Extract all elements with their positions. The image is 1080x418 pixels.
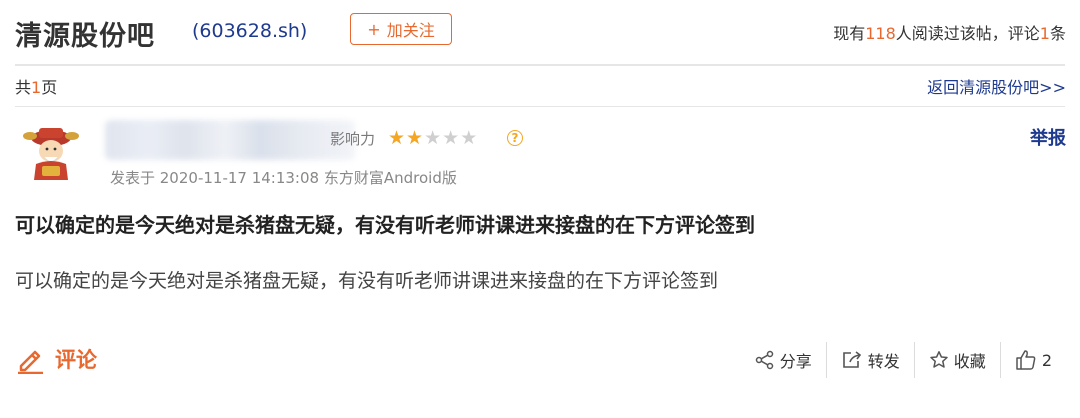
post-body: 可以确定的是今天绝对是杀猪盘无疑，有没有听老师讲课进来接盘的在下方评论签到 (15, 270, 719, 292)
read-stats: 现有118人阅读过该帖，评论1条 (833, 20, 1066, 44)
favorite-label: 收藏 (953, 352, 986, 371)
share-button[interactable]: 分享 (741, 342, 826, 378)
follow-button-label: 加关注 (386, 21, 435, 40)
stats-suffix: 条 (1049, 24, 1066, 43)
header-divider (15, 64, 1065, 66)
share-label: 分享 (779, 352, 812, 371)
like-count: 2 (1041, 350, 1052, 370)
follow-button[interactable]: + 加关注 (350, 13, 452, 45)
comment-label: 评论 (55, 348, 97, 372)
post-meta: 发表于 2020-11-17 14:13:08 东方财富Android版 (110, 169, 457, 187)
influence-rating: ★★★★★ (388, 127, 478, 149)
report-link[interactable]: 举报 (1030, 124, 1066, 150)
post-actions: 分享 转发 收藏 2 (741, 342, 1066, 378)
stats-middle: 人阅读过该帖，评论 (895, 24, 1040, 43)
page-count-prefix: 共 (15, 78, 32, 97)
like-button[interactable]: 2 (1001, 342, 1066, 378)
help-icon[interactable]: ? (507, 130, 523, 146)
star-empty-icon: ★ (424, 127, 443, 149)
thumbs-up-icon (1016, 350, 1036, 370)
forum-title: 清源股份吧 (15, 21, 155, 52)
comment-button[interactable]: 评论 (15, 344, 97, 374)
star-empty-icon: ★ (460, 127, 479, 149)
plus-icon: + (367, 19, 381, 39)
forward-icon (842, 351, 861, 368)
favorite-button[interactable]: 收藏 (915, 342, 1000, 378)
post-title: 可以确定的是今天绝对是杀猪盘无疑，有没有听老师讲课进来接盘的在下方评论签到 (15, 213, 755, 237)
reader-count: 118 (865, 24, 896, 43)
stats-prefix: 现有 (833, 24, 866, 43)
influence-label: 影响力 (330, 130, 376, 148)
page-count-suffix: 页 (41, 78, 58, 97)
pencil-icon (18, 350, 43, 374)
pager-divider (15, 106, 1065, 107)
forward-button[interactable]: 转发 (827, 342, 914, 378)
star-filled-icon: ★ (406, 127, 425, 149)
author-name-blurred (105, 120, 355, 160)
comment-count: 1 (1039, 24, 1050, 43)
star-empty-icon: ★ (442, 127, 461, 149)
star-outline-icon (930, 351, 948, 368)
page-count: 共1页 (15, 74, 57, 98)
share-icon (755, 350, 774, 370)
star-filled-icon: ★ (388, 127, 407, 149)
back-to-forum-link[interactable]: 返回清源股份吧>> (927, 74, 1066, 98)
avatar[interactable] (22, 124, 80, 184)
total-pages: 1 (31, 78, 42, 97)
forward-label: 转发 (867, 352, 900, 371)
stock-code: (603628.sh) (192, 20, 308, 42)
